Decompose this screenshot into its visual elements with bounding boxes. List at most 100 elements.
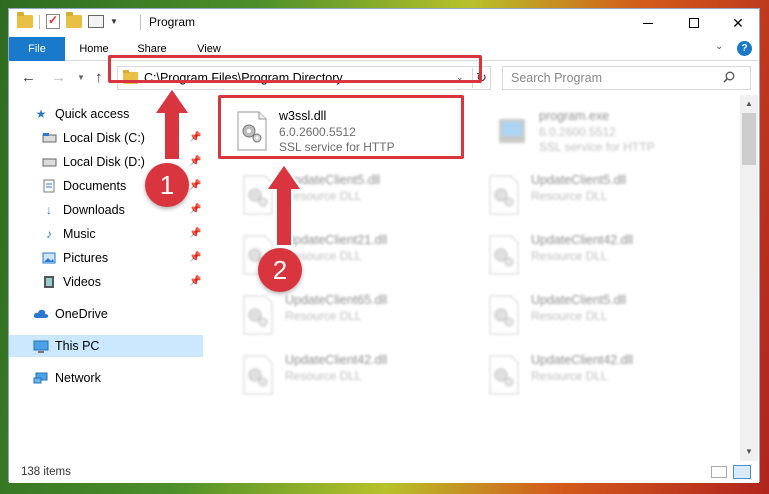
- file-tile[interactable]: UpdateClient5.dll Resource DLL: [235, 169, 475, 227]
- sidebar-item-label: Local Disk (C:): [63, 131, 145, 145]
- drive-icon: [41, 155, 57, 169]
- file-name: UpdateClient5.dll: [531, 173, 627, 187]
- star-icon: ★: [35, 107, 47, 121]
- back-arrow-icon[interactable]: ←: [21, 69, 36, 86]
- pin-icon[interactable]: 📌: [189, 252, 201, 263]
- sidebar-item-label: Local Disk (D:): [63, 155, 145, 169]
- dll-gear-file-icon: [243, 175, 273, 215]
- dll-gear-file-icon: [489, 355, 519, 395]
- properties-icon[interactable]: [88, 15, 104, 28]
- sidebar-item-music[interactable]: ♪ Music 📌: [9, 223, 203, 245]
- item-count: 138 items: [21, 466, 71, 478]
- file-name: UpdateClient21.dll: [285, 233, 388, 247]
- tab-file[interactable]: File: [9, 37, 65, 61]
- sidebar-item-pictures[interactable]: Pictures 📌: [9, 247, 203, 269]
- help-icon[interactable]: ?: [737, 41, 752, 56]
- sidebar-item-label: Pictures: [63, 251, 109, 265]
- quick-access-toolbar: ▼: [17, 12, 118, 29]
- expand-ribbon-chevron-icon[interactable]: ⌄: [715, 41, 723, 52]
- file-description: Resource DLL: [285, 189, 362, 203]
- folder-icon: [17, 12, 33, 28]
- step-1-badge: 1: [145, 163, 189, 207]
- sidebar-item-quick-access[interactable]: ★ Quick access: [9, 103, 203, 125]
- videos-icon: [41, 275, 57, 289]
- file-name: program.exe: [539, 109, 610, 123]
- navigation-pane: ★ Quick access Local Disk (C:) 📌 Local D…: [9, 95, 203, 461]
- details-view-icon[interactable]: [711, 466, 727, 478]
- sidebar-item-this-pc[interactable]: This PC: [9, 335, 203, 357]
- pin-icon[interactable]: 📌: [189, 276, 201, 287]
- file-name: UpdateClient42.dll: [285, 353, 388, 367]
- dll-gear-file-icon: [243, 355, 273, 395]
- sidebar-item-label: Quick access: [55, 107, 130, 121]
- file-tile[interactable]: UpdateClient42.dll Resource DLL: [481, 229, 721, 287]
- forward-arrow-icon[interactable]: →: [51, 69, 66, 86]
- file-highlight: [218, 95, 464, 159]
- sidebar-item-label: Network: [55, 371, 101, 385]
- title-divider: [140, 15, 141, 30]
- documents-icon: [41, 179, 57, 193]
- dll-gear-file-icon: [243, 295, 273, 335]
- sidebar-item-label: Documents: [63, 179, 127, 193]
- scroll-up-arrow-icon[interactable]: ▲: [745, 99, 753, 108]
- search-input[interactable]: Search Program: [502, 66, 751, 90]
- close-button[interactable]: ✕: [715, 9, 761, 37]
- search-icon[interactable]: [723, 71, 735, 83]
- download-icon: ↓: [46, 203, 52, 217]
- sidebar-item-onedrive[interactable]: OneDrive: [9, 303, 203, 325]
- file-description: Resource DLL: [531, 309, 608, 323]
- pin-icon[interactable]: 📌: [189, 132, 201, 143]
- drive-icon: [41, 131, 57, 145]
- properties-check-icon[interactable]: [46, 13, 60, 29]
- sidebar-item-videos[interactable]: Videos 📌: [9, 271, 203, 293]
- exe-file-icon: [499, 119, 525, 143]
- sidebar-item-label: Downloads: [63, 203, 125, 217]
- sidebar-item-label: Videos: [63, 275, 101, 289]
- close-icon: ✕: [732, 14, 744, 31]
- cloud-icon: [33, 307, 49, 321]
- network-icon: [33, 371, 49, 385]
- file-name: UpdateClient42.dll: [531, 233, 634, 247]
- new-folder-icon[interactable]: [66, 12, 82, 28]
- large-icons-view-icon[interactable]: [733, 465, 751, 479]
- dll-gear-file-icon: [489, 235, 519, 275]
- file-tile[interactable]: UpdateClient65.dll Resource DLL: [235, 289, 475, 347]
- sidebar-item-label: Music: [63, 227, 96, 241]
- file-description: SSL service for HTTP: [539, 140, 655, 154]
- vertical-scrollbar[interactable]: ▲ ▼: [740, 95, 758, 461]
- scroll-down-arrow-icon[interactable]: ▼: [745, 447, 753, 456]
- maximize-icon: [689, 18, 699, 28]
- sidebar-item-label: OneDrive: [55, 307, 108, 321]
- file-tile[interactable]: UpdateClient42.dll Resource DLL: [235, 349, 475, 407]
- dll-gear-file-icon: [489, 295, 519, 335]
- pin-icon[interactable]: 📌: [189, 204, 201, 215]
- pin-icon[interactable]: 📌: [189, 228, 201, 239]
- sidebar-item-label: This PC: [55, 339, 100, 353]
- file-description: Resource DLL: [531, 189, 608, 203]
- search-placeholder: Search Program: [511, 71, 603, 85]
- sidebar-item-local-disk-c[interactable]: Local Disk (C:) 📌: [9, 127, 203, 149]
- file-description: Resource DLL: [531, 249, 608, 263]
- pin-icon[interactable]: 📌: [189, 180, 201, 191]
- recent-locations-chevron-icon[interactable]: ▼: [77, 73, 85, 82]
- file-name: UpdateClient42.dll: [531, 353, 634, 367]
- status-bar: 138 items: [9, 461, 759, 483]
- sidebar-item-network[interactable]: Network: [9, 367, 203, 389]
- file-name: UpdateClient65.dll: [285, 293, 388, 307]
- minimize-icon: [643, 22, 653, 24]
- file-description: Resource DLL: [285, 369, 362, 383]
- file-name: UpdateClient5.dll: [531, 293, 627, 307]
- step-2-badge: 2: [258, 248, 302, 292]
- file-tile[interactable]: UpdateClient5.dll Resource DLL: [481, 289, 721, 347]
- file-tile[interactable]: UpdateClient42.dll Resource DLL: [481, 349, 721, 407]
- scrollbar-thumb[interactable]: [742, 113, 756, 165]
- maximize-button[interactable]: [671, 9, 717, 37]
- pin-icon[interactable]: 📌: [189, 156, 201, 167]
- minimize-button[interactable]: [625, 9, 671, 37]
- title-bar: ▼ Program ✕: [9, 9, 759, 37]
- file-tile[interactable]: UpdateClient5.dll Resource DLL: [481, 169, 721, 227]
- customize-toolbar-chevron-icon[interactable]: ▼: [110, 17, 118, 26]
- file-version: 6.0.2600.5512: [539, 125, 616, 139]
- file-tile-program-exe[interactable]: program.exe 6.0.2600.5512 SSL service fo…: [489, 105, 729, 163]
- up-arrow-icon[interactable]: ↑: [95, 69, 103, 86]
